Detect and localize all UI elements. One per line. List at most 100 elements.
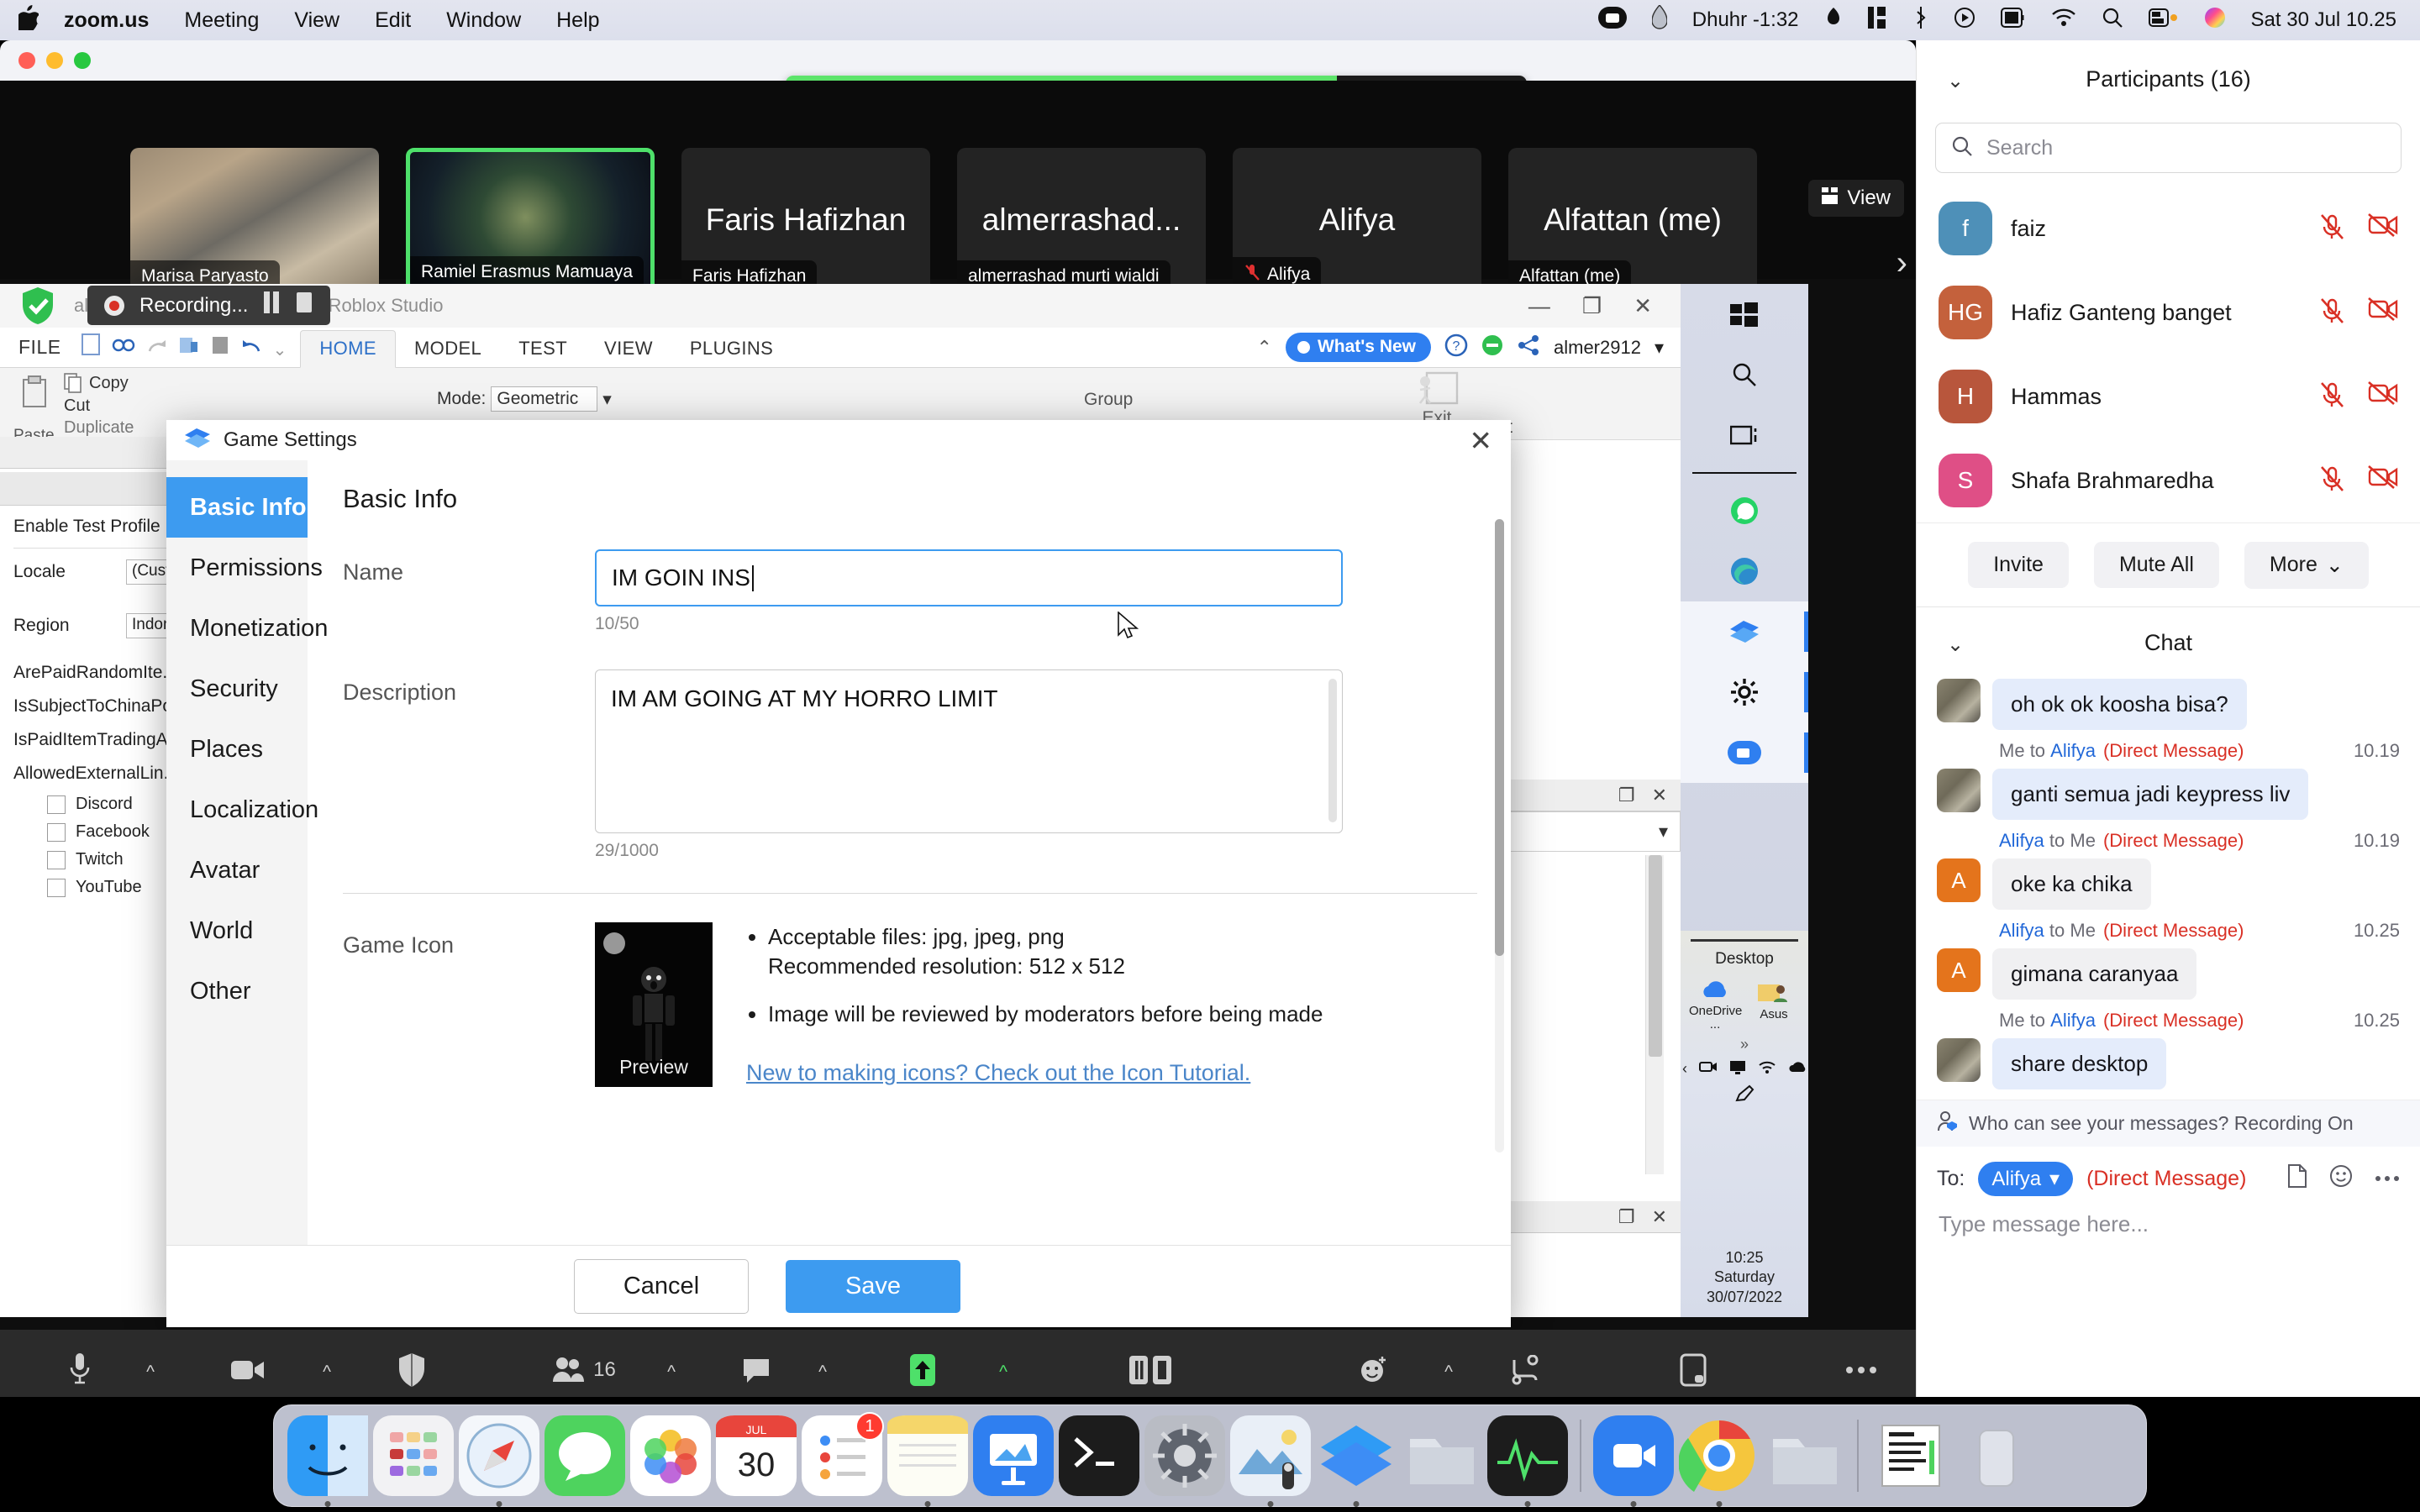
tab-model[interactable]: MODEL xyxy=(396,331,500,367)
battery-icon[interactable] xyxy=(2148,7,2179,34)
muted-mic-icon[interactable] xyxy=(2319,213,2344,244)
windows-start-icon[interactable] xyxy=(1681,284,1808,344)
description-scrollbar[interactable] xyxy=(1328,679,1337,822)
activity-monitor-icon[interactable] xyxy=(1487,1415,1568,1496)
chevron-up-icon[interactable]: ^ xyxy=(146,1362,155,1383)
wifi-icon[interactable] xyxy=(1758,1060,1776,1079)
cut-button[interactable]: Cut xyxy=(64,396,90,416)
mute-button[interactable]: Mute ^ xyxy=(0,1349,160,1397)
video-off-icon[interactable] xyxy=(2368,465,2398,496)
window-traffic-lights[interactable] xyxy=(0,52,91,69)
menu-window[interactable]: Window xyxy=(446,8,521,33)
redo-icon[interactable] xyxy=(147,337,167,360)
bars-icon[interactable] xyxy=(1867,6,1888,34)
whats-new-button[interactable]: What's New xyxy=(1285,333,1431,362)
youtube-checkbox[interactable] xyxy=(47,878,66,897)
windows-clock[interactable]: 10:25 Saturday 30/07/2022 xyxy=(1681,1248,1808,1307)
tab-test[interactable]: TEST xyxy=(500,331,586,367)
onedrive-desktop-icon[interactable]: OneDrive ... xyxy=(1689,980,1742,1032)
whiteboards-button[interactable]: Whiteboards xyxy=(1592,1349,1794,1397)
minimize-button[interactable]: — xyxy=(1528,293,1550,319)
tab-plugins[interactable]: PLUGINS xyxy=(671,331,792,367)
roblox-window-controls[interactable]: — ❐ ✕ xyxy=(1528,293,1681,319)
save-button[interactable]: Save xyxy=(786,1260,960,1313)
name-input[interactable]: IM GOIN INS xyxy=(595,549,1343,606)
terminal-icon[interactable] xyxy=(1059,1415,1139,1496)
keynote-icon[interactable] xyxy=(973,1415,1054,1496)
part-icon[interactable] xyxy=(211,335,229,360)
siri-icon[interactable] xyxy=(2204,7,2226,34)
muted-mic-icon[interactable] xyxy=(2319,297,2344,328)
video-off-icon[interactable] xyxy=(2368,297,2398,328)
zoom-camera-icon[interactable] xyxy=(1597,6,1627,34)
chat-message-input[interactable]: Type message here... xyxy=(1917,1196,2420,1252)
desktop-overflow-icon[interactable]: » xyxy=(1681,1036,1808,1053)
cloud-icon[interactable] xyxy=(1788,1060,1807,1079)
whatsapp-icon[interactable] xyxy=(1681,480,1808,541)
publish-icon[interactable] xyxy=(179,335,199,360)
nav-item-security[interactable]: Security xyxy=(166,659,308,719)
nav-item-other[interactable]: Other xyxy=(166,961,308,1021)
zoom-window-button[interactable] xyxy=(74,52,91,69)
chevron-down-icon[interactable]: ⌄ xyxy=(1947,633,1964,657)
roblox-account-name[interactable]: almer2912 xyxy=(1554,337,1641,359)
recipient-dropdown[interactable]: Alifya ▾ xyxy=(1978,1162,2074,1196)
launchpad-icon[interactable] xyxy=(373,1415,454,1496)
chrome-icon[interactable] xyxy=(1678,1415,1760,1496)
zoom-icon[interactable] xyxy=(1593,1415,1674,1496)
play-circle-icon[interactable] xyxy=(1954,7,1975,34)
close-icon[interactable]: ✕ xyxy=(1469,427,1492,454)
edge-icon[interactable] xyxy=(1681,541,1808,601)
nav-item-permissions[interactable]: Permissions xyxy=(166,538,323,598)
pen-icon[interactable] xyxy=(1681,1084,1808,1107)
search-input[interactable]: Search xyxy=(1935,123,2402,173)
quick-access-toolbar[interactable]: ⌄ xyxy=(75,333,301,367)
properties-close-icon[interactable]: ✕ xyxy=(1652,1206,1667,1228)
invite-button[interactable]: Invite xyxy=(1968,542,2069,588)
more-participants-button[interactable]: More ⌄ xyxy=(2244,541,2369,589)
copy-button[interactable]: Copy xyxy=(64,373,129,393)
facebook-checkbox[interactable] xyxy=(47,822,66,842)
prayer-icon[interactable] xyxy=(1651,3,1668,36)
qat-overflow-icon[interactable]: ⌄ xyxy=(273,339,287,360)
video-tile[interactable]: Alifya Alifya xyxy=(1233,148,1481,292)
trash-icon[interactable] xyxy=(1956,1415,2037,1496)
discord-checkbox[interactable] xyxy=(47,795,66,814)
photos-icon[interactable] xyxy=(630,1415,711,1496)
roblox-studio-taskbar-icon[interactable] xyxy=(1681,601,1808,662)
more-dots-icon[interactable] xyxy=(2375,1164,2400,1194)
share-screen-button[interactable]: Share Screen ^ xyxy=(832,1349,1013,1397)
nav-item-places[interactable]: Places xyxy=(166,719,308,780)
minimize-window-button[interactable] xyxy=(46,52,63,69)
chevron-up-icon[interactable]: ^ xyxy=(818,1362,827,1383)
menu-view[interactable]: View xyxy=(294,8,339,33)
calendar-icon[interactable]: JUL 30 xyxy=(716,1415,797,1496)
chat-privacy-note[interactable]: Who can see your messages? Recording On xyxy=(1917,1100,2420,1147)
menu-meeting[interactable]: Meeting xyxy=(184,8,259,33)
explorer-close-icon[interactable]: ✕ xyxy=(1652,785,1667,806)
folder-icon[interactable] xyxy=(1765,1415,1845,1496)
video-tile[interactable]: Alfattan (me) Alfattan (me) xyxy=(1508,148,1757,292)
video-off-icon[interactable] xyxy=(2368,381,2398,412)
menu-help[interactable]: Help xyxy=(556,8,599,33)
notes-icon[interactable] xyxy=(887,1415,968,1496)
group-button[interactable]: Group xyxy=(1084,390,1133,410)
dialog-scrollbar[interactable] xyxy=(1495,519,1504,1152)
duplicate-button[interactable]: Duplicate xyxy=(64,418,134,438)
status-online-icon[interactable] xyxy=(1481,334,1503,361)
search-icon[interactable] xyxy=(1681,344,1808,405)
muted-mic-icon[interactable] xyxy=(2319,465,2344,496)
account-chevron-icon[interactable]: ▾ xyxy=(1655,337,1664,359)
nav-item-localization[interactable]: Localization xyxy=(166,780,318,840)
chevron-left-icon[interactable]: ‹ xyxy=(1682,1060,1687,1079)
close-button[interactable]: ✕ xyxy=(1634,293,1652,319)
security-button[interactable]: Security xyxy=(336,1349,487,1397)
reminders-icon[interactable]: 1 xyxy=(802,1412,884,1496)
find-icon[interactable] xyxy=(112,337,135,360)
finder-icon[interactable] xyxy=(287,1415,368,1496)
settings-icon[interactable] xyxy=(1681,662,1808,722)
chevron-up-icon[interactable]: ^ xyxy=(1444,1362,1453,1383)
chat-button[interactable]: Chat ^ xyxy=(681,1349,832,1397)
view-layout-button[interactable]: View xyxy=(1808,180,1904,217)
nav-item-basic-info[interactable]: Basic Info xyxy=(166,477,308,538)
